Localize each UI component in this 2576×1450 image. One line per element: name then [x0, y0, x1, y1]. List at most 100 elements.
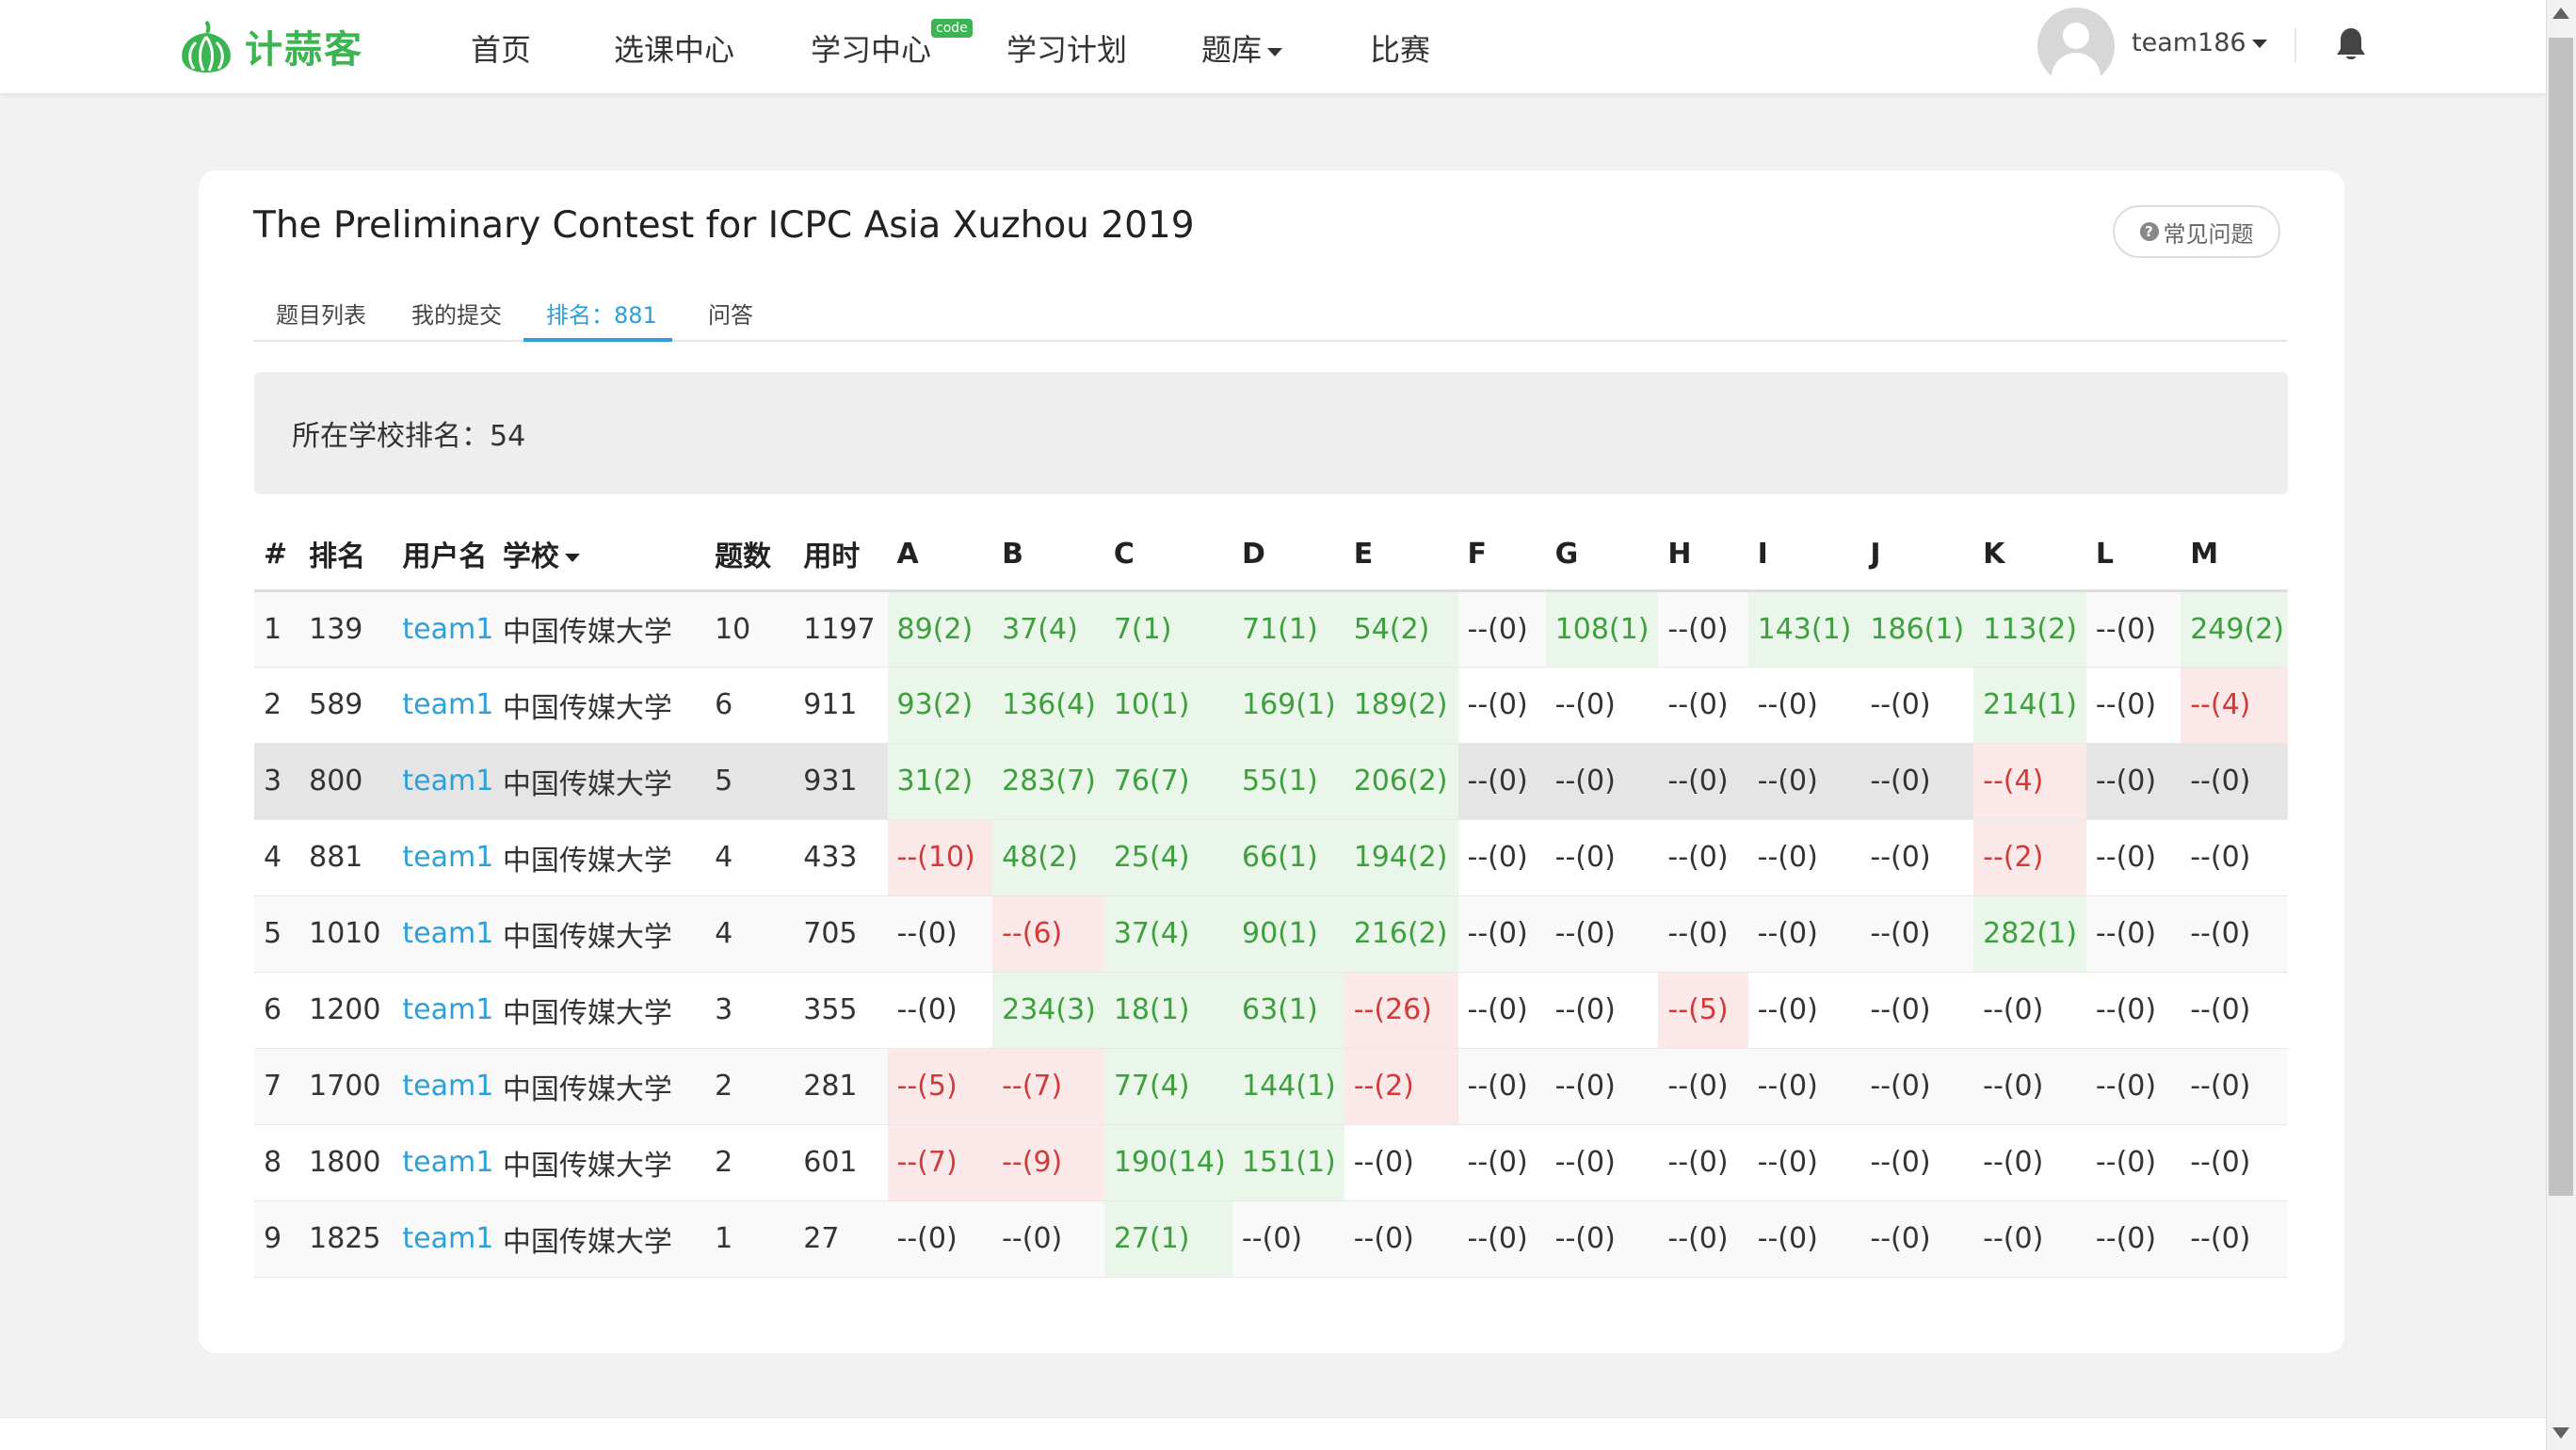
- problem-result-cell: --(0): [1973, 1124, 2086, 1201]
- time-cell: 1197: [794, 590, 888, 668]
- problem-result-cell: 89(2): [887, 590, 993, 668]
- nav-problem-bank-label: 题库: [1201, 32, 1263, 68]
- nav-course-center[interactable]: 选课中心: [614, 26, 734, 70]
- tab-ranking[interactable]: 排名：881: [546, 297, 657, 330]
- column-header-label: 题数: [715, 540, 772, 574]
- username-link[interactable]: team188: [402, 765, 492, 798]
- problem-result-cell: 18(1): [1103, 972, 1232, 1049]
- solved-count: 2: [705, 1048, 795, 1125]
- rank-cell: 1700: [309, 1070, 381, 1103]
- bell-icon[interactable]: [2335, 26, 2367, 62]
- faq-button-label: 常见问题: [2163, 220, 2254, 248]
- avatar[interactable]: [2037, 8, 2115, 85]
- problem-result-cell: 31(2): [887, 743, 993, 820]
- nav-problem-bank[interactable]: 题库: [1201, 26, 1283, 70]
- time-cell: 281: [794, 1048, 888, 1125]
- problem-result-cell: 77(4): [1103, 1048, 1232, 1125]
- row-index: 7: [254, 1048, 300, 1125]
- rank-cell: 589: [309, 688, 363, 721]
- tab-my-submissions[interactable]: 我的提交: [411, 297, 502, 330]
- tab-qa[interactable]: 问答: [708, 297, 753, 330]
- problem-result-cell: --(0): [1545, 1124, 1659, 1201]
- table-row: 1 139 team184 中国传媒大学 10 1197 89(2)37(4)7(1)71(…: [254, 590, 2288, 668]
- column-header-label: G: [1554, 537, 1579, 571]
- row-index: 4: [264, 841, 282, 874]
- school-cell: 中国传媒大学: [502, 1225, 672, 1259]
- column-header-label: D: [1241, 537, 1265, 571]
- username-link[interactable]: team187: [402, 917, 492, 950]
- problem-result-cell: --(0): [1860, 895, 1974, 973]
- nav-home[interactable]: 首页: [471, 26, 531, 70]
- row-index: 5: [254, 895, 300, 973]
- username-link[interactable]: team186: [402, 841, 492, 874]
- table-header: # 排名 用户名 学校 题数 用时 A B C D E F G H I J K L M: [254, 519, 2288, 592]
- row-index: 8: [264, 1146, 282, 1179]
- time-cell: 705: [794, 895, 888, 973]
- username-link[interactable]: team191: [402, 993, 492, 1026]
- username-link[interactable]: team190: [402, 1146, 492, 1179]
- school-cell: 中国传媒大学: [492, 590, 706, 668]
- school-cell: 中国传媒大学: [492, 743, 706, 820]
- problem-result-cell: --(0): [2085, 743, 2182, 820]
- problem-result-cell: 55(1): [1232, 743, 1344, 820]
- school-cell: 中国传媒大学: [492, 1124, 706, 1201]
- time-cell: 27: [794, 1200, 888, 1278]
- column-header-label: I: [1757, 537, 1768, 571]
- solved-count: 6: [715, 688, 733, 721]
- username-link[interactable]: team189: [402, 1070, 492, 1103]
- username-cell: team185: [393, 667, 493, 744]
- scroll-up-icon[interactable]: [2552, 8, 2569, 19]
- column-header[interactable]: 学校: [492, 519, 706, 592]
- school-cell: 中国传媒大学: [502, 844, 672, 878]
- column-header: D: [1232, 519, 1344, 592]
- username-link[interactable]: team184: [402, 613, 492, 646]
- user-menu[interactable]: team186: [2132, 28, 2267, 57]
- problem-result-cell: --(0): [2181, 972, 2288, 1049]
- problem-result-cell: --(26): [1344, 972, 1458, 1049]
- problem-result-cell: 249(2): [2181, 590, 2288, 668]
- nav-study-center[interactable]: 学习中心: [811, 26, 931, 70]
- rank-cell: 1800: [309, 1146, 381, 1179]
- problem-result-cell: --(10): [887, 819, 993, 896]
- problem-result-cell: --(0): [1545, 895, 1659, 973]
- problem-result-cell: 234(3): [992, 972, 1104, 1049]
- logo[interactable]: 计蒜客: [175, 17, 363, 75]
- school-cell: 中国传媒大学: [502, 996, 672, 1030]
- problem-result-cell: --(0): [2085, 972, 2182, 1049]
- table-body: 1139team184中国传媒大学10119789(2)37(4)7(1)71(…: [254, 590, 2288, 1278]
- problem-result-cell: --(0): [2085, 590, 2182, 668]
- column-header: 用时: [794, 519, 888, 592]
- problem-result-cell: --(0): [2085, 819, 2182, 896]
- question-icon: ?: [2139, 222, 2159, 241]
- faq-button[interactable]: ? 常见问题: [2113, 205, 2280, 258]
- problem-result-cell: 143(1): [1747, 590, 1861, 668]
- rank-cell: 1825: [309, 1222, 381, 1255]
- column-header-label: B: [1002, 537, 1023, 571]
- problem-result-cell: 54(2): [1344, 590, 1458, 668]
- problem-result-cell: --(0): [1860, 1124, 1974, 1201]
- problem-result-cell: --(0): [1545, 972, 1659, 1049]
- contest-tabs: 题目列表 我的提交 排名：881 问答: [253, 287, 2287, 342]
- nav-divider: [2294, 28, 2296, 62]
- solved-count: 2: [715, 1070, 733, 1103]
- row-index: 4: [254, 819, 300, 896]
- problem-result-cell: --(2): [1344, 1048, 1458, 1125]
- problem-result-cell: --(0): [1457, 972, 1546, 1049]
- problem-result-cell: 48(2): [992, 819, 1104, 896]
- problem-result-cell: --(0): [1457, 895, 1546, 973]
- username-link[interactable]: team185: [402, 688, 492, 721]
- scroll-down-icon[interactable]: [2552, 1427, 2569, 1439]
- problem-result-cell: 10(1): [1103, 667, 1232, 744]
- time-cell: 1197: [803, 612, 876, 646]
- nav-contest[interactable]: 比赛: [1370, 26, 1430, 70]
- problem-result-cell: --(0): [1747, 895, 1861, 973]
- problem-result-cell: --(0): [2085, 1200, 2182, 1278]
- rank-cell: 1200: [299, 972, 394, 1049]
- tab-problem-list[interactable]: 题目列表: [276, 297, 366, 330]
- scrollbar-thumb[interactable]: [2549, 38, 2573, 1196]
- nav-study-plan[interactable]: 学习计划: [1006, 26, 1127, 70]
- username-link[interactable]: team192: [402, 1222, 492, 1255]
- rank-cell: 589: [299, 667, 394, 744]
- problem-result-cell: --(0): [1344, 1124, 1458, 1201]
- problem-result-cell: --(0): [887, 1200, 993, 1278]
